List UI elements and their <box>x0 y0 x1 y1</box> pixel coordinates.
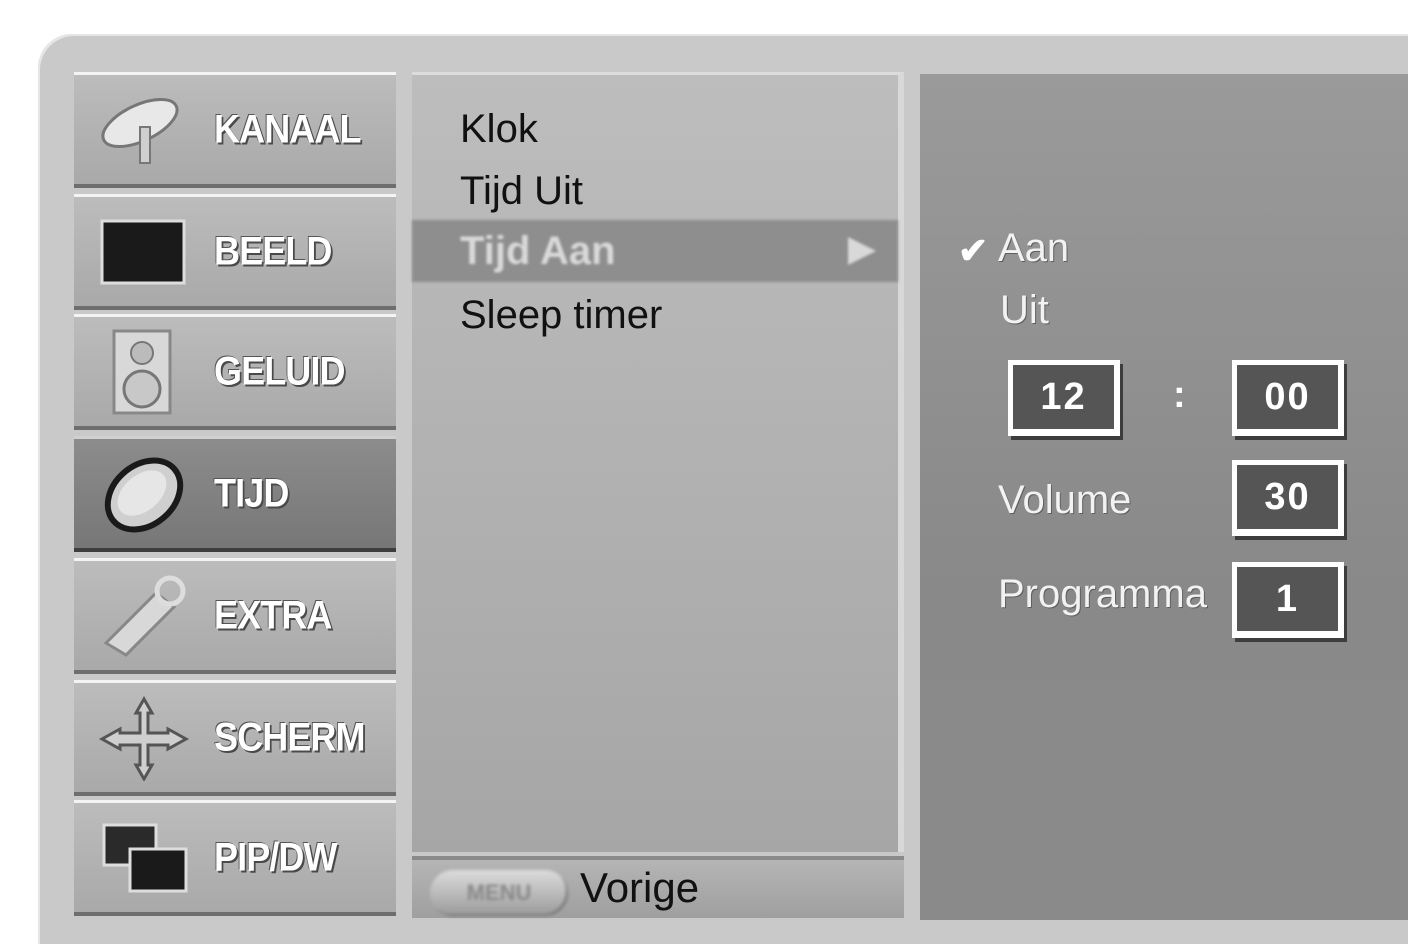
speaker-icon <box>112 329 172 414</box>
satellite-dish-icon <box>101 97 179 164</box>
category-scherm[interactable]: SCHERM <box>74 680 396 796</box>
menu-button[interactable]: MENU <box>430 870 568 916</box>
category-extra[interactable]: EXTRA <box>74 558 396 674</box>
menu-item-label: Tijd Uit <box>460 169 583 213</box>
category-label: TIJD <box>214 471 289 515</box>
back-label: Vorige <box>580 864 700 911</box>
category-label: BEELD <box>214 229 332 273</box>
arrow-right-icon <box>848 237 876 265</box>
volume-label: Volume <box>998 478 1132 522</box>
category-label: SCHERM <box>214 715 366 759</box>
time-minute-field[interactable]: 00 <box>1232 360 1344 436</box>
menu-item-klok[interactable]: Klok <box>412 98 898 160</box>
picture-icon <box>100 219 186 284</box>
category-label: GELUID <box>214 349 346 393</box>
program-label: Programma <box>998 572 1207 616</box>
category-pip-dw[interactable]: PIP/DW <box>74 800 396 916</box>
checkmark-icon: ✔ <box>958 230 989 271</box>
category-label: KANAAL <box>214 107 361 151</box>
category-label: PIP/DW <box>214 835 338 879</box>
time-hour-field[interactable]: 12 <box>1008 360 1120 436</box>
menu-item-tijd-aan[interactable]: Tijd Aan <box>412 220 898 282</box>
category-tijd[interactable]: TIJD <box>74 436 396 552</box>
time-separator: : <box>1173 374 1186 416</box>
menu-item-sleep-timer[interactable]: Sleep timer <box>412 284 898 346</box>
category-geluid[interactable]: GELUID <box>74 314 396 430</box>
pip-icon <box>102 823 188 892</box>
option-aan[interactable]: Aan <box>998 226 1069 271</box>
program-field[interactable]: 1 <box>1232 562 1344 638</box>
category-label: EXTRA <box>214 593 332 637</box>
menu-item-label: Klok <box>460 107 538 151</box>
category-beeld[interactable]: BEELD <box>74 194 396 310</box>
menu-item-label: Sleep timer <box>460 293 663 337</box>
menu-item-label: Tijd Aan <box>460 229 616 273</box>
option-uit[interactable]: Uit <box>1000 288 1049 333</box>
extra-icon <box>103 575 186 657</box>
clock-icon <box>104 457 184 532</box>
menu-item-tijd-uit[interactable]: Tijd Uit <box>412 160 898 222</box>
category-kanaal[interactable]: KANAAL <box>74 72 396 188</box>
menu-footer: MENU Vorige <box>412 856 904 918</box>
volume-field[interactable]: 30 <box>1232 460 1344 536</box>
screen-move-icon <box>98 695 190 781</box>
